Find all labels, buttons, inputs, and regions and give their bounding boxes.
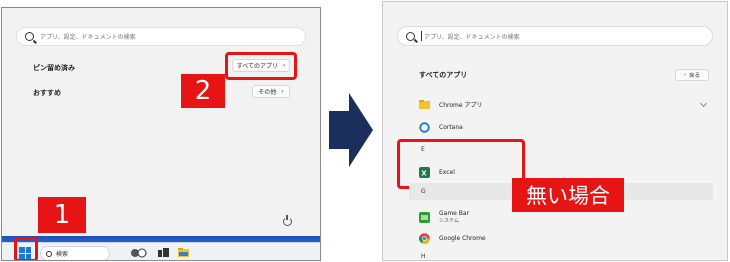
pinned-label: ピン留め済み — [33, 64, 75, 72]
app-item-game-bar[interactable]: Game Bar システム — [419, 210, 469, 224]
widgets-icon[interactable] — [130, 248, 148, 258]
more-button[interactable]: その他 › — [252, 85, 290, 98]
search-icon — [406, 31, 415, 41]
gamebar-icon — [419, 211, 430, 223]
chevron-down-icon[interactable] — [699, 99, 708, 108]
back-button[interactable]: ‹ 戻る — [675, 69, 709, 81]
taskbar-search[interactable]: 検索 — [40, 246, 110, 260]
power-icon[interactable] — [283, 215, 292, 226]
app-item-google-chrome[interactable]: Google Chrome — [419, 233, 486, 244]
highlight-start-button — [14, 237, 38, 260]
chevron-left-icon: ‹ — [683, 72, 687, 78]
all-apps-panel: アプリ、設定、ドキュメントの検索 すべてのアプリ ‹ 戻る Chrome アプリ… — [382, 1, 728, 261]
search-icon — [46, 250, 52, 257]
section-letter-h: H — [421, 253, 426, 260]
search-icon — [25, 32, 34, 41]
chevron-right-icon: › — [281, 88, 284, 95]
highlight-excel — [397, 139, 525, 189]
step-1-badge: 1 — [38, 197, 86, 233]
task-view-icon[interactable] — [158, 248, 169, 258]
step-2-badge: 2 — [181, 74, 225, 108]
chrome-icon — [419, 233, 430, 244]
not-found-callout: 無い場合 — [512, 178, 624, 212]
text-caret — [421, 31, 422, 41]
cortana-icon — [419, 122, 430, 133]
file-explorer-icon[interactable] — [178, 248, 189, 258]
folder-icon — [419, 100, 430, 109]
highlight-all-apps — [225, 52, 297, 80]
section-letter-g: G — [421, 188, 426, 195]
recommended-label: おすすめ — [33, 89, 61, 97]
next-step-arrow-icon — [329, 93, 373, 167]
search-box[interactable]: アプリ、設定、ドキュメントの検索 — [397, 26, 713, 46]
taskbar: 検索 — [2, 242, 320, 260]
search-placeholder: アプリ、設定、ドキュメントの検索 — [40, 34, 136, 41]
app-item-cortana[interactable]: Cortana — [419, 122, 463, 133]
all-apps-title: すべてのアプリ — [419, 71, 468, 79]
app-item-chrome-apps[interactable]: Chrome アプリ — [419, 99, 482, 110]
search-box[interactable]: アプリ、設定、ドキュメントの検索 — [16, 27, 306, 46]
search-placeholder: アプリ、設定、ドキュメントの検索 — [424, 33, 520, 41]
